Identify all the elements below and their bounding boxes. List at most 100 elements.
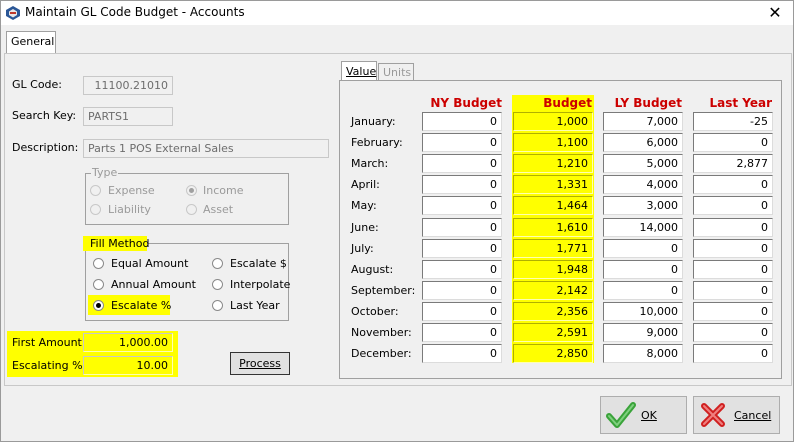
- last-year-cell[interactable]: 0: [693, 133, 773, 152]
- type-group-legend: Type: [91, 166, 119, 179]
- budget-cell[interactable]: 1,948: [513, 260, 593, 279]
- ly-budget-cell[interactable]: 10,000: [603, 302, 683, 321]
- fill-annual-amount-radio[interactable]: [93, 279, 104, 290]
- fill-escalate-dollar-radio[interactable]: [212, 258, 223, 269]
- ly-budget-cell[interactable]: 0: [603, 260, 683, 279]
- gl-code-field[interactable]: 11100.21010: [83, 76, 173, 95]
- fill-interpolate-label: Interpolate: [230, 278, 291, 291]
- tab-general[interactable]: General: [6, 31, 56, 53]
- type-group: Type: [85, 166, 289, 225]
- first-amount-field[interactable]: 1,000.00: [83, 333, 173, 352]
- ly-budget-cell[interactable]: 5,000: [603, 154, 683, 173]
- month-label: January:: [351, 115, 396, 128]
- window-title: Maintain GL Code Budget - Accounts: [25, 5, 245, 19]
- month-label: September:: [351, 284, 416, 297]
- type-asset-label: Asset: [203, 203, 234, 216]
- fill-escalate-dollar-label: Escalate $: [230, 257, 287, 270]
- tab-value[interactable]: Value: [341, 61, 377, 81]
- last-year-cell[interactable]: 0: [693, 281, 773, 300]
- tab-value-label: Value: [346, 65, 377, 78]
- ok-button[interactable]: OK: [600, 396, 687, 434]
- description-field[interactable]: Parts 1 POS External Sales: [83, 139, 329, 158]
- header-ly-budget: LY Budget: [614, 96, 682, 110]
- ny-budget-cell[interactable]: 0: [422, 344, 502, 363]
- cancel-button[interactable]: Cancel: [693, 396, 780, 434]
- type-expense-radio[interactable]: [90, 185, 101, 196]
- fill-last-year-radio[interactable]: [212, 300, 223, 311]
- budget-cell[interactable]: 1,610: [513, 218, 593, 237]
- budget-cell[interactable]: 1,464: [513, 196, 593, 215]
- last-year-cell[interactable]: 0: [693, 260, 773, 279]
- process-button-label: Process: [239, 357, 281, 370]
- ly-budget-cell[interactable]: 0: [603, 281, 683, 300]
- budget-cell[interactable]: 1,000: [513, 112, 593, 131]
- process-button[interactable]: Process: [230, 352, 290, 375]
- last-year-cell[interactable]: 0: [693, 196, 773, 215]
- escalating-pct-label: Escalating %:: [12, 359, 87, 372]
- month-label: July:: [351, 242, 374, 255]
- last-year-cell[interactable]: 0: [693, 344, 773, 363]
- budget-cell[interactable]: 2,356: [513, 302, 593, 321]
- ly-budget-cell[interactable]: 8,000: [603, 344, 683, 363]
- month-label: October:: [351, 305, 399, 318]
- search-key-field[interactable]: PARTS1: [83, 107, 173, 126]
- fill-last-year-label: Last Year: [230, 299, 280, 312]
- ly-budget-cell[interactable]: 3,000: [603, 196, 683, 215]
- close-button[interactable]: ✕: [765, 3, 785, 23]
- ny-budget-cell[interactable]: 0: [422, 302, 502, 321]
- last-year-cell[interactable]: 0: [693, 239, 773, 258]
- type-asset-radio[interactable]: [186, 204, 197, 215]
- budget-cell[interactable]: 2,591: [513, 323, 593, 342]
- first-amount-label: First Amount:: [12, 336, 86, 349]
- last-year-cell[interactable]: 2,877: [693, 154, 773, 173]
- budget-cell[interactable]: 1,331: [513, 175, 593, 194]
- fill-annual-amount-label: Annual Amount: [111, 278, 196, 291]
- search-key-label: Search Key:: [12, 109, 77, 122]
- budget-cell[interactable]: 1,771: [513, 239, 593, 258]
- escalating-pct-field[interactable]: 10.00: [83, 356, 173, 375]
- fill-method-legend: Fill Method: [90, 237, 150, 250]
- tab-units[interactable]: Units: [378, 63, 414, 81]
- close-icon: ✕: [768, 3, 782, 22]
- ny-budget-cell[interactable]: 0: [422, 260, 502, 279]
- month-label: June:: [351, 221, 379, 234]
- last-year-cell[interactable]: 0: [693, 302, 773, 321]
- ny-budget-cell[interactable]: 0: [422, 112, 502, 131]
- dialog-window: Maintain GL Code Budget - Accounts ✕ Gen…: [0, 0, 794, 442]
- ly-budget-cell[interactable]: 4,000: [603, 175, 683, 194]
- budget-cell[interactable]: 2,142: [513, 281, 593, 300]
- ly-budget-cell[interactable]: 0: [603, 239, 683, 258]
- title-bar: Maintain GL Code Budget - Accounts ✕: [1, 1, 793, 25]
- budget-cell[interactable]: 1,100: [513, 133, 593, 152]
- ny-budget-cell[interactable]: 0: [422, 175, 502, 194]
- description-label: Description:: [12, 141, 79, 154]
- month-label: May:: [351, 199, 377, 212]
- ly-budget-cell[interactable]: 9,000: [603, 323, 683, 342]
- month-label: December:: [351, 347, 412, 360]
- last-year-cell[interactable]: -25: [693, 112, 773, 131]
- ny-budget-cell[interactable]: 0: [422, 133, 502, 152]
- type-liability-label: Liability: [108, 203, 151, 216]
- ny-budget-cell[interactable]: 0: [422, 281, 502, 300]
- month-label: August:: [351, 263, 394, 276]
- last-year-cell[interactable]: 0: [693, 218, 773, 237]
- ly-budget-cell[interactable]: 7,000: [603, 112, 683, 131]
- fill-escalate-pct-radio[interactable]: [93, 300, 104, 311]
- fill-equal-amount-radio[interactable]: [93, 258, 104, 269]
- last-year-cell[interactable]: 0: [693, 323, 773, 342]
- budget-cell[interactable]: 1,210: [513, 154, 593, 173]
- budget-cell[interactable]: 2,850: [513, 344, 593, 363]
- ny-budget-cell[interactable]: 0: [422, 239, 502, 258]
- ny-budget-cell[interactable]: 0: [422, 154, 502, 173]
- header-last-year: Last Year: [709, 96, 772, 110]
- type-income-radio[interactable]: [186, 185, 197, 196]
- x-icon: [701, 403, 725, 427]
- ny-budget-cell[interactable]: 0: [422, 323, 502, 342]
- ny-budget-cell[interactable]: 0: [422, 218, 502, 237]
- type-liability-radio[interactable]: [90, 204, 101, 215]
- fill-interpolate-radio[interactable]: [212, 279, 223, 290]
- last-year-cell[interactable]: 0: [693, 175, 773, 194]
- ly-budget-cell[interactable]: 14,000: [603, 218, 683, 237]
- ly-budget-cell[interactable]: 6,000: [603, 133, 683, 152]
- ny-budget-cell[interactable]: 0: [422, 196, 502, 215]
